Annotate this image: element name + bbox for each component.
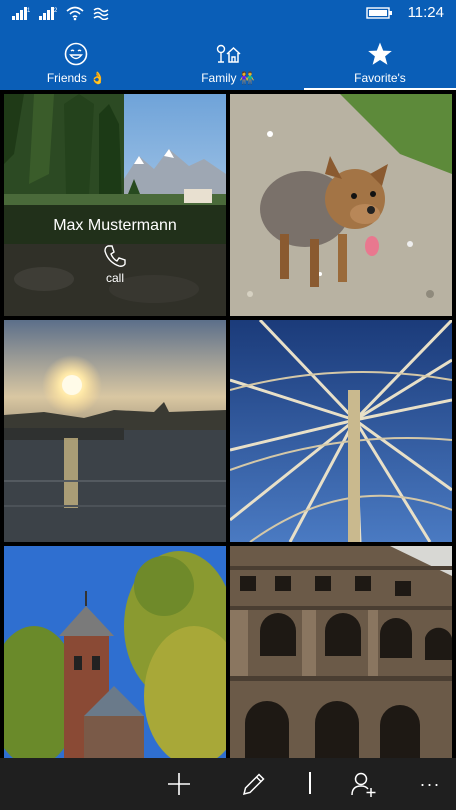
svg-text:2: 2: [54, 8, 57, 14]
contact-tile-6[interactable]: [230, 546, 452, 758]
contact-tile-3[interactable]: [4, 320, 226, 542]
add-contact-icon[interactable]: [350, 770, 378, 798]
tab-friends-label: Friends 👌: [46, 71, 106, 85]
contact-name: Max Mustermann: [53, 217, 177, 234]
church-tower-photo: [4, 546, 226, 758]
tab-family[interactable]: Family 👫: [152, 28, 304, 90]
contact-tile-4[interactable]: [230, 320, 452, 542]
smiley-icon: [64, 42, 88, 66]
more-icon[interactable]: ···: [416, 770, 444, 798]
app-bar-separator: [309, 772, 311, 794]
battery-icon: [365, 6, 392, 19]
signal-1-icon: 1: [12, 7, 30, 20]
contact-tile-2[interactable]: [230, 94, 452, 316]
signal-2-icon: 2: [39, 7, 57, 20]
family-house-icon: [216, 44, 241, 63]
app-bar: ···: [0, 758, 456, 810]
contact-tile-max-mustermann[interactable]: Max Mustermann call: [4, 94, 226, 316]
sunset-river-photo: [4, 320, 226, 542]
status-time: 11:24: [407, 4, 444, 21]
call-label[interactable]: call: [4, 271, 226, 285]
contact-overlay: Max Mustermann call: [4, 205, 226, 316]
tab-favorites-label: Favorite's: [354, 71, 406, 85]
star-icon: [368, 42, 392, 65]
tab-family-label: Family 👫: [201, 71, 255, 85]
svg-text:1: 1: [27, 8, 30, 14]
colosseum-photo: [230, 546, 452, 758]
pivot-tabs: Friends 👌 Family 👫 Favorite's: [0, 28, 456, 90]
ferris-wheel-photo: [230, 320, 452, 542]
wifi-icon: [66, 6, 84, 21]
edit-icon[interactable]: [240, 770, 268, 798]
tab-favorites[interactable]: Favorite's: [304, 28, 456, 90]
contact-tile-5[interactable]: [4, 546, 226, 758]
data-icon: [93, 7, 109, 20]
add-icon[interactable]: [165, 770, 193, 798]
dog-photo: [230, 94, 452, 316]
phone-icon[interactable]: [102, 243, 128, 269]
contact-grid: Max Mustermann call: [0, 90, 456, 758]
tab-friends[interactable]: Friends 👌: [0, 28, 152, 90]
status-bar: 1 2 11:24: [0, 0, 456, 28]
